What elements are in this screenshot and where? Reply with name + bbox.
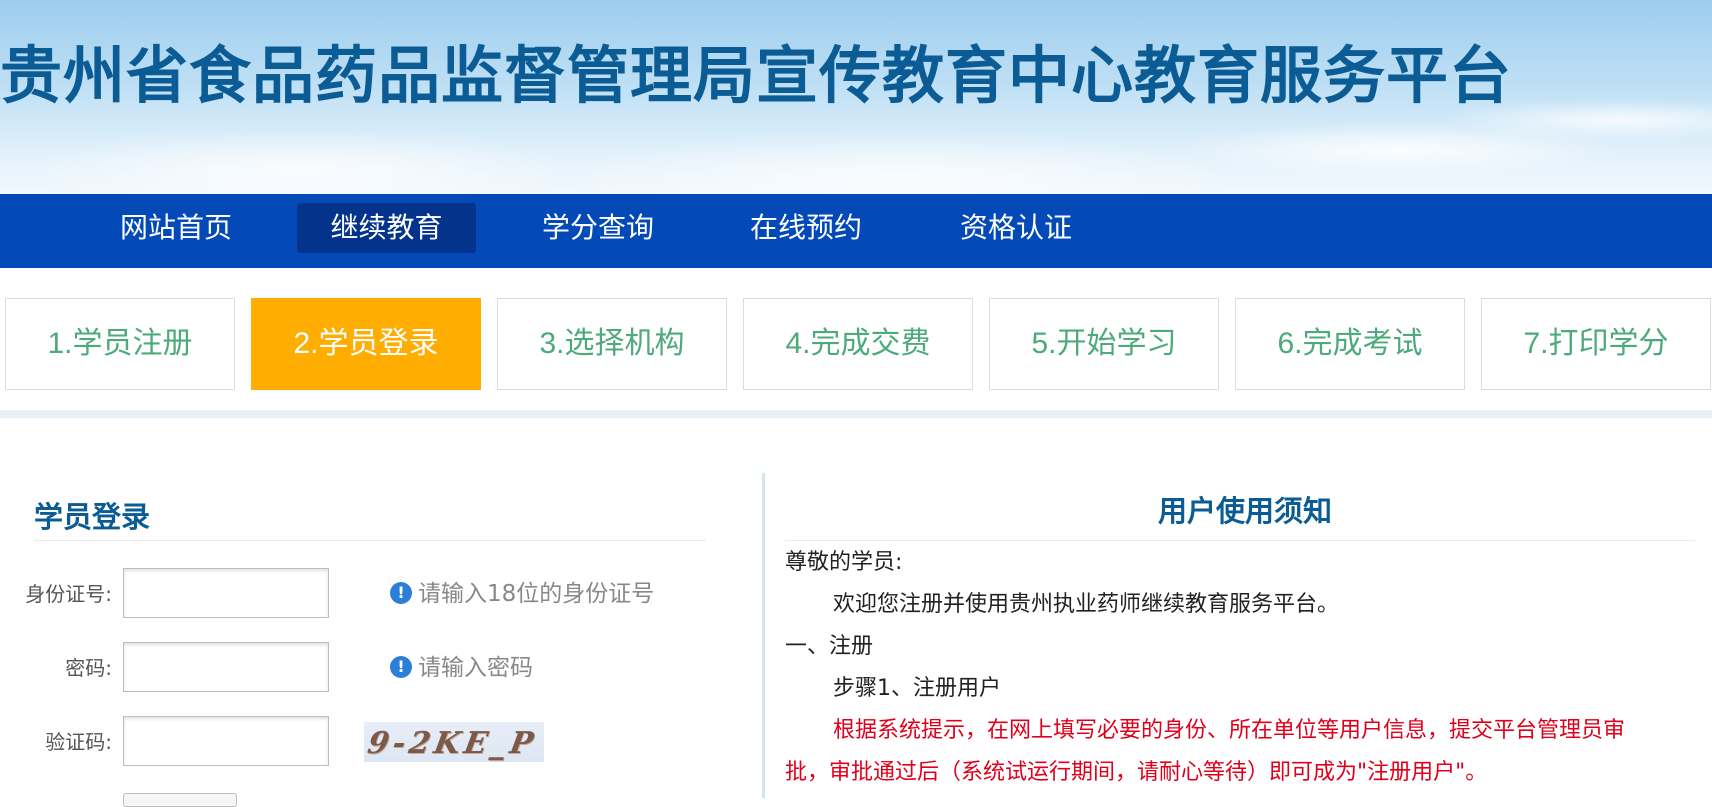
id-number-hint: ! 请输入18位的身份证号: [390, 568, 654, 620]
step-start-learning[interactable]: 5.开始学习: [989, 298, 1219, 390]
step-print-credit[interactable]: 7.打印学分: [1481, 298, 1711, 390]
notice-step1: 步骤1、注册用户: [833, 676, 1001, 701]
step-register[interactable]: 1.学员注册: [5, 298, 235, 390]
login-title: 学员登录: [34, 500, 151, 534]
captcha-image-text: 9-2KE_P: [364, 726, 540, 761]
password-input[interactable]: [123, 642, 329, 692]
steps-divider: [0, 410, 1712, 418]
main-nav: 网站首页 继续教育 学分查询 在线预约 资格认证: [0, 194, 1712, 268]
notice-description-line2: 批，审批通过后（系统试运行期间，请耐心等待）即可成为"注册用户"。: [785, 760, 1488, 785]
nav-item-online-booking[interactable]: 在线预约: [730, 203, 882, 253]
id-number-hint-text: 请输入18位的身份证号: [418, 581, 655, 607]
notice-greeting: 尊敬的学员:: [785, 550, 903, 575]
nav-item-home[interactable]: 网站首页: [100, 203, 252, 253]
step-payment[interactable]: 4.完成交费: [743, 298, 973, 390]
nav-item-qualification[interactable]: 资格认证: [940, 203, 1092, 253]
login-submit-button[interactable]: [123, 793, 237, 807]
notice-title: 用户使用须知: [1157, 494, 1332, 528]
notice-welcome: 欢迎您注册并使用贵州执业药师继续教育服务平台。: [833, 592, 1340, 617]
info-icon: !: [390, 581, 412, 604]
site-title: 贵州省食品药品监督管理局宣传教育中心教育服务平台: [0, 39, 1513, 112]
nav-item-credit-query[interactable]: 学分查询: [522, 203, 674, 253]
login-title-rule: [34, 540, 706, 541]
process-steps: 1.学员注册 2.学员登录 3.选择机构 4.完成交费 5.开始学习 6.完成考…: [0, 298, 1712, 390]
step-login[interactable]: 2.学员登录: [251, 298, 481, 390]
info-icon: !: [390, 655, 412, 678]
id-number-input[interactable]: [123, 568, 329, 618]
password-hint: ! 请输入密码: [390, 642, 533, 694]
step-choose-institution[interactable]: 3.选择机构: [497, 298, 727, 390]
header-banner: 贵州省食品药品监督管理局宣传教育中心教育服务平台: [0, 0, 1712, 194]
captcha-label: 验证码:: [45, 730, 112, 754]
captcha-image[interactable]: 9-2KE_P: [364, 722, 544, 762]
notice-description-line1: 根据系统提示，在网上填写必要的身份、所在单位等用户信息，提交平台管理员审: [833, 718, 1626, 743]
password-label: 密码:: [65, 656, 112, 680]
captcha-input[interactable]: [123, 716, 329, 766]
notice-title-rule: [785, 540, 1695, 541]
panel-divider: [762, 473, 765, 798]
id-number-label: 身份证号:: [25, 582, 112, 606]
nav-item-continuing-education[interactable]: 继续教育: [297, 203, 476, 253]
password-hint-text: 请输入密码: [418, 655, 533, 681]
step-exam[interactable]: 6.完成考试: [1235, 298, 1465, 390]
notice-section-register: 一、注册: [785, 634, 874, 659]
